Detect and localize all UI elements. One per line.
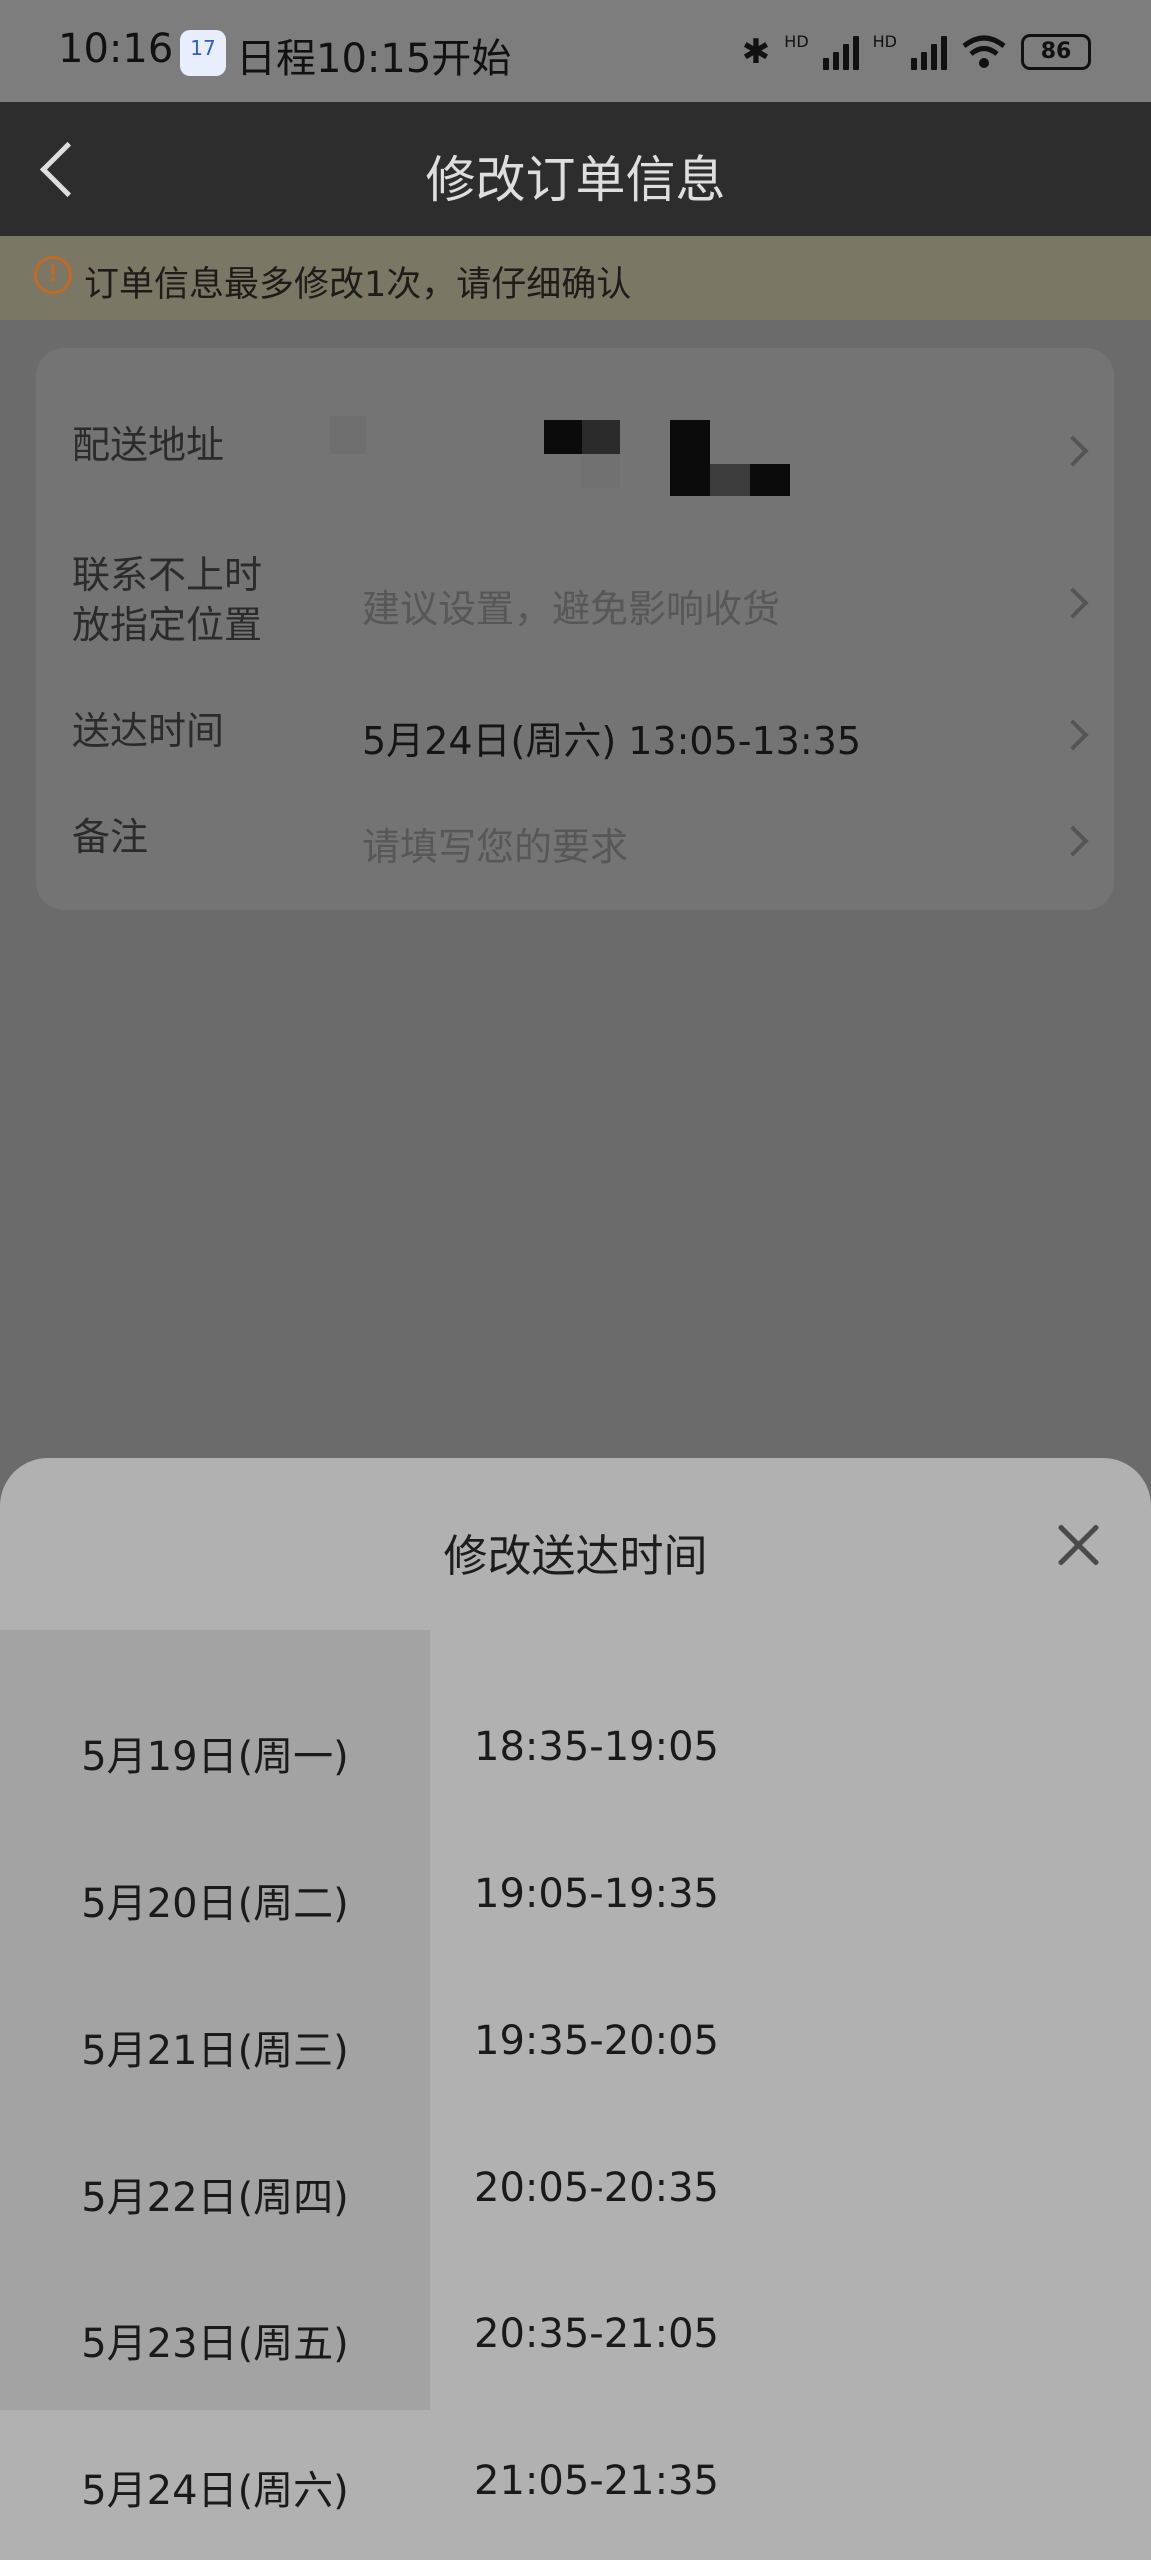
- delivery-time-value: 5月24日(周六) 13:05-13:35: [362, 719, 861, 763]
- notice-text: 订单信息最多修改1次，请仔细确认: [84, 265, 632, 305]
- chevron-right-icon: [1057, 719, 1089, 751]
- sheet-title: 修改送达时间: [443, 1531, 708, 1582]
- time-slot-option[interactable]: 21:05-21:35: [474, 2458, 719, 2504]
- battery-icon: 86: [1021, 34, 1091, 70]
- time-slot-option[interactable]: 18:35-19:05: [474, 1724, 719, 1770]
- header-bar: 修改订单信息: [0, 102, 1151, 236]
- remark-placeholder: 请填写您的要求: [362, 825, 629, 869]
- date-option[interactable]: 5月23日(周五): [0, 2311, 430, 2369]
- warning-icon: !: [34, 256, 72, 294]
- delivery-time-sheet: 修改送达时间 5月19日(周一) 5月20日(周二) 5月21日(周三) 5月2…: [0, 1458, 1151, 2560]
- fallback-label: 联系不上时: [72, 553, 263, 597]
- signal-icon: [822, 34, 859, 70]
- chevron-right-icon: [1057, 587, 1089, 619]
- date-option[interactable]: 5月21日(周三): [0, 2018, 430, 2076]
- chevron-right-icon: [1057, 435, 1089, 467]
- date-option[interactable]: 5月22日(周四): [0, 2165, 430, 2223]
- time-slot-option[interactable]: 19:05-19:35: [474, 1871, 719, 1917]
- time-slot-option[interactable]: 20:35-21:05: [474, 2311, 719, 2357]
- time-slot-option[interactable]: 20:05-20:35: [474, 2165, 719, 2211]
- address-label: 配送地址: [72, 423, 225, 467]
- time-slot-option[interactable]: 19:35-20:05: [474, 2018, 719, 2064]
- fallback-label: 放指定位置: [72, 603, 263, 647]
- bluetooth-icon: ✱: [741, 32, 771, 72]
- close-icon[interactable]: [1053, 1520, 1103, 1570]
- date-option-selected[interactable]: 5月24日(周六): [0, 2458, 430, 2516]
- page-title: 修改订单信息: [425, 151, 726, 209]
- signal-icon: [911, 34, 947, 70]
- remark-label: 备注: [72, 815, 149, 859]
- notice-banner: ! 订单信息最多修改1次，请仔细确认: [0, 236, 1151, 320]
- fallback-placeholder: 建议设置，避免影响收货: [362, 587, 781, 631]
- status-time: 10:16: [58, 26, 174, 72]
- order-info-card: 配送地址 联系不上时 放指定位置 建议设置，避免影响收货 送达时间 5月24日(…: [36, 348, 1114, 910]
- network-type-label: HD: [872, 32, 897, 51]
- date-option[interactable]: 5月19日(周一): [0, 1724, 430, 1782]
- calendar-icon: 17: [180, 30, 226, 76]
- date-option[interactable]: 5月20日(周二): [0, 1871, 430, 1929]
- status-icons: ✱ HD HD 86: [742, 32, 1091, 72]
- chevron-right-icon: [1057, 825, 1089, 857]
- status-bar: 10:16 17 日程10:15开始 ✱ HD HD 86: [0, 0, 1151, 102]
- network-type-label: HD: [784, 32, 809, 51]
- status-event-text: 日程10:15开始: [236, 36, 512, 82]
- wifi-icon: [962, 35, 1006, 68]
- delivery-time-label: 送达时间: [72, 709, 225, 753]
